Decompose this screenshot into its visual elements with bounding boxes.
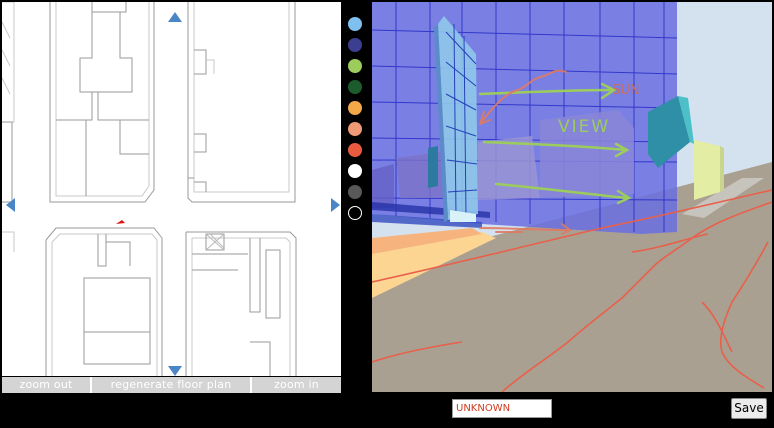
floor-plan-canvas[interactable] [2, 2, 341, 376]
3d-view-canvas[interactable]: SUN VIEW [372, 2, 772, 392]
color-swatch-white[interactable] [348, 164, 362, 178]
triangle-left-icon[interactable] [6, 198, 15, 212]
floor-plan-drawing [2, 2, 297, 376]
bottom-bar: UNKNOWN Save [0, 393, 774, 428]
color-swatch-dark-green[interactable] [348, 80, 362, 94]
status-field[interactable]: UNKNOWN [452, 399, 552, 418]
color-swatch-orange[interactable] [348, 101, 362, 115]
3d-scene: SUN VIEW [372, 2, 772, 392]
regenerate-floor-plan-button[interactable]: regenerate floor plan [92, 377, 252, 393]
color-swatch-light-green[interactable] [348, 59, 362, 73]
color-swatch-light-blue[interactable] [348, 17, 362, 31]
zoom-in-button[interactable]: zoom in [252, 377, 341, 393]
triangle-down-icon[interactable] [168, 366, 182, 376]
color-palette [343, 2, 371, 392]
app-window: zoom out regenerate floor plan zoom in S… [0, 0, 774, 428]
sketch-text-view: VIEW [558, 117, 610, 137]
triangle-up-icon[interactable] [168, 12, 182, 22]
color-swatch-black[interactable] [348, 206, 362, 220]
triangle-right-icon[interactable] [331, 198, 340, 212]
color-swatch-red-orange[interactable] [348, 143, 362, 157]
zoom-out-button[interactable]: zoom out [2, 377, 92, 393]
save-button[interactable]: Save [731, 398, 767, 419]
sketch-text-sun: SUN [612, 83, 640, 98]
floor-plan-toolbar: zoom out regenerate floor plan zoom in [2, 377, 341, 393]
color-swatch-salmon[interactable] [348, 122, 362, 136]
viewpoint-marker[interactable] [116, 220, 125, 224]
color-swatch-gray[interactable] [348, 185, 362, 199]
color-swatch-navy[interactable] [348, 38, 362, 52]
